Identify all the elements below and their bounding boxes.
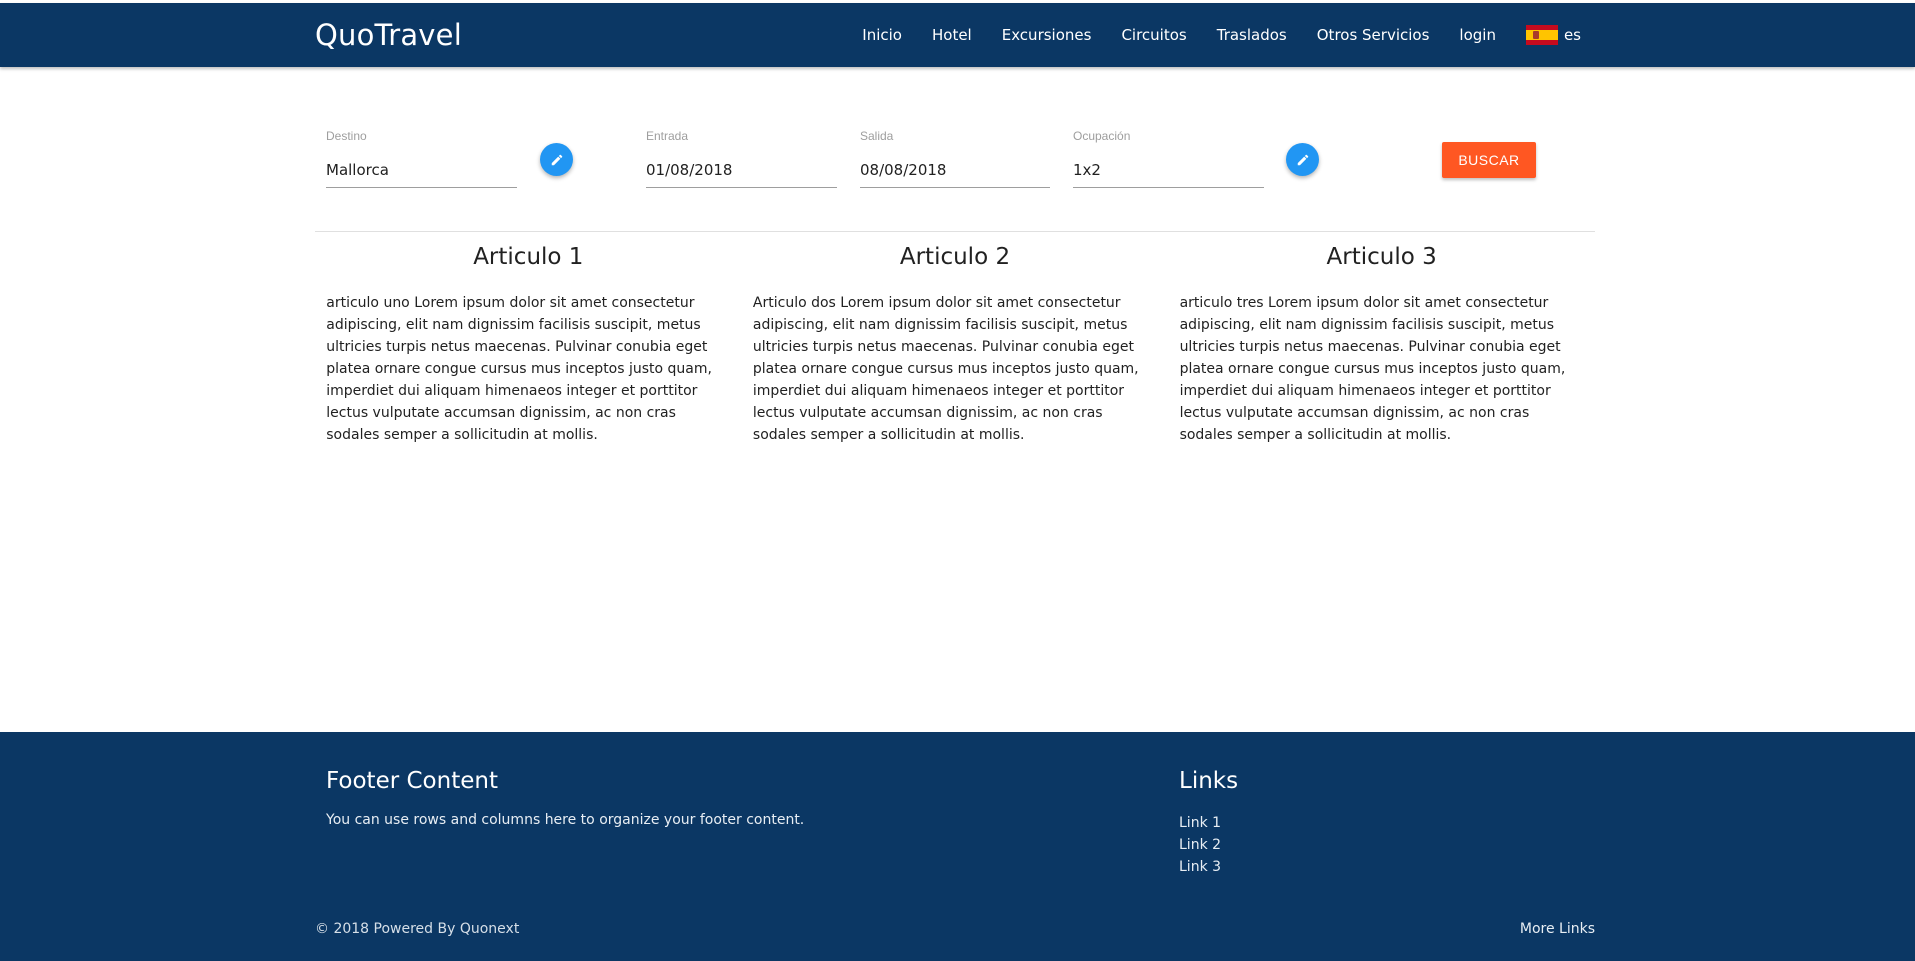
footer-copyright-bar: © 2018 Powered By Quonext More Links <box>0 918 1915 961</box>
footer-links-list: Link 1 Link 2 Link 3 <box>1179 812 1238 878</box>
pencil-icon <box>1297 154 1308 165</box>
nav-item-hotel[interactable]: Hotel <box>932 26 972 44</box>
destino-label: Destino <box>326 129 367 143</box>
footer-link-3[interactable]: Link 3 <box>1179 856 1238 878</box>
destino-input[interactable] <box>326 152 517 188</box>
salida-field: Salida <box>860 110 1050 190</box>
copyright-text: © 2018 Powered By Quonext <box>315 921 520 937</box>
nav-item-login[interactable]: login <box>1459 26 1496 44</box>
more-links-link[interactable]: More Links <box>1520 918 1595 940</box>
article-card: Articulo 2 Articulo dos Lorem ipsum dolo… <box>742 240 1169 446</box>
article-card: Articulo 3 articulo tres Lorem ipsum dol… <box>1168 240 1595 446</box>
brand-logo[interactable]: QuoTravel <box>315 3 462 67</box>
edit-destino-button[interactable] <box>540 143 573 176</box>
article-title: Articulo 1 <box>473 244 584 270</box>
navbar-bar: QuoTravel Inicio Hotel Excursiones Circu… <box>0 3 1915 67</box>
footer-link-2[interactable]: Link 2 <box>1179 834 1238 856</box>
ocupacion-input[interactable] <box>1073 152 1264 188</box>
article-title: Articulo 2 <box>899 244 1011 270</box>
articles-row: Articulo 1 articulo uno Lorem ipsum dolo… <box>315 240 1595 446</box>
entrada-field: Entrada <box>646 110 837 190</box>
nav-menu: Inicio Hotel Excursiones Circuitos Trasl… <box>832 3 1581 67</box>
entrada-input[interactable] <box>646 152 837 188</box>
footer-text: You can use rows and columns here to org… <box>326 812 805 828</box>
footer-link-1[interactable]: Link 1 <box>1179 812 1238 834</box>
nav-item-traslados[interactable]: Traslados <box>1217 26 1287 44</box>
buscar-button[interactable]: BUSCAR <box>1442 142 1536 178</box>
nav-item-excursiones[interactable]: Excursiones <box>1002 26 1092 44</box>
ocupacion-label: Ocupación <box>1073 129 1131 143</box>
edit-ocupacion-button[interactable] <box>1286 143 1319 176</box>
salida-label: Salida <box>860 129 894 143</box>
footer-links-column: Links Link 1 Link 2 Link 3 <box>1179 766 1238 878</box>
spain-flag-icon <box>1525 25 1558 45</box>
article-title: Articulo 3 <box>1326 244 1437 270</box>
language-label: es <box>1563 26 1581 44</box>
article-body: articulo uno Lorem ipsum dolor sit amet … <box>326 295 712 443</box>
footer-title: Footer Content <box>326 768 498 794</box>
article-body: Articulo dos Lorem ipsum dolor sit amet … <box>752 295 1139 443</box>
top-navbar: QuoTravel Inicio Hotel Excursiones Circu… <box>0 0 1915 70</box>
search-form: Destino Entrada Salida Ocupación BUSCAR <box>315 110 1595 230</box>
page-footer: Footer Content You can use rows and colu… <box>0 732 1915 961</box>
nav-item-inicio[interactable]: Inicio <box>862 26 902 44</box>
footer-links-title: Links <box>1179 768 1239 794</box>
salida-input[interactable] <box>860 152 1050 188</box>
ocupacion-field: Ocupación <box>1073 110 1264 190</box>
entrada-label: Entrada <box>646 129 689 143</box>
nav-item-otros-servicios[interactable]: Otros Servicios <box>1317 26 1430 44</box>
article-body: articulo tres Lorem ipsum dolor sit amet… <box>1179 295 1566 443</box>
article-card: Articulo 1 articulo uno Lorem ipsum dolo… <box>315 240 742 446</box>
destino-field: Destino <box>326 110 517 190</box>
pencil-icon <box>551 154 562 165</box>
language-selector[interactable]: es <box>1525 25 1581 45</box>
footer-content-column: Footer Content You can use rows and colu… <box>326 766 804 828</box>
nav-item-circuitos[interactable]: Circuitos <box>1121 26 1186 44</box>
section-divider <box>315 231 1595 232</box>
